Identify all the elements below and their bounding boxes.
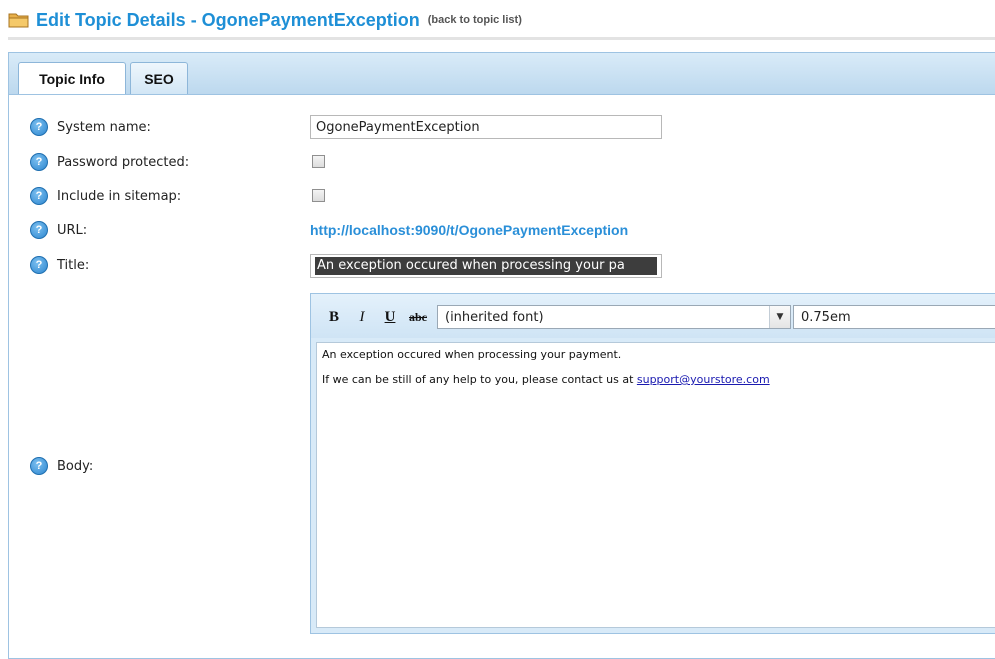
header-divider	[8, 37, 995, 40]
include-in-sitemap-label: Include in sitemap:	[57, 188, 182, 204]
help-icon[interactable]: ?	[30, 221, 48, 239]
font-family-value: (inherited font)	[445, 309, 544, 325]
editor-paragraph-2: If we can be still of any help to you, p…	[322, 373, 990, 386]
underline-button[interactable]: U	[379, 307, 401, 327]
body-row: ? Body:	[30, 455, 93, 477]
editor-paragraph-1: An exception occured when processing you…	[322, 348, 622, 361]
url-row: ? URL:	[30, 219, 87, 241]
help-icon[interactable]: ?	[30, 118, 48, 136]
tab-bar: Topic Info SEO	[8, 52, 995, 95]
help-icon[interactable]: ?	[30, 457, 48, 475]
font-size-value: 0.75em	[801, 309, 851, 325]
body-editor: B I U abc (inherited font) ▼ 0.75em An e…	[310, 293, 995, 634]
title-input-selected-text: An exception occured when processing you…	[315, 257, 657, 275]
title-input[interactable]: An exception occured when processing you…	[310, 254, 662, 278]
editor-toolbar: B I U abc (inherited font) ▼ 0.75em	[311, 294, 995, 338]
topic-url-link[interactable]: http://localhost:9090/t/OgonePaymentExce…	[310, 220, 628, 240]
body-label: Body:	[57, 458, 94, 474]
font-size-select[interactable]: 0.75em	[793, 305, 995, 329]
editor-paragraph-2-text: If we can be still of any help to you, p…	[322, 373, 637, 386]
back-to-topic-list-link[interactable]: (back to topic list)	[428, 14, 522, 26]
folder-icon	[8, 13, 29, 28]
italic-button[interactable]: I	[351, 307, 373, 327]
system-name-row: ? System name:	[30, 116, 151, 138]
page-header: Edit Topic Details - OgonePaymentExcepti…	[8, 8, 522, 32]
help-icon[interactable]: ?	[30, 256, 48, 274]
title-label: Title:	[57, 257, 90, 273]
include-in-sitemap-row: ? Include in sitemap:	[30, 185, 181, 207]
help-icon[interactable]: ?	[30, 153, 48, 171]
include-in-sitemap-checkbox[interactable]	[312, 189, 325, 202]
font-family-select[interactable]: (inherited font) ▼	[437, 305, 791, 329]
page-title: Edit Topic Details - OgonePaymentExcepti…	[36, 9, 420, 30]
editor-content-area[interactable]: An exception occured when processing you…	[316, 342, 995, 628]
strikethrough-button[interactable]: abc	[407, 307, 429, 327]
password-protected-label: Password protected:	[57, 154, 190, 170]
system-name-label: System name:	[57, 119, 151, 135]
chevron-down-icon[interactable]: ▼	[769, 306, 790, 328]
title-row: ? Title:	[30, 254, 89, 276]
support-email-link[interactable]: support@yourstore.com	[637, 373, 770, 386]
url-label: URL:	[57, 222, 88, 238]
help-icon[interactable]: ?	[30, 187, 48, 205]
system-name-input[interactable]	[310, 115, 662, 139]
password-protected-row: ? Password protected:	[30, 151, 189, 173]
tab-topic-info[interactable]: Topic Info	[18, 62, 126, 95]
bold-button[interactable]: B	[323, 307, 345, 327]
password-protected-checkbox[interactable]	[312, 155, 325, 168]
tab-seo[interactable]: SEO	[130, 62, 188, 94]
